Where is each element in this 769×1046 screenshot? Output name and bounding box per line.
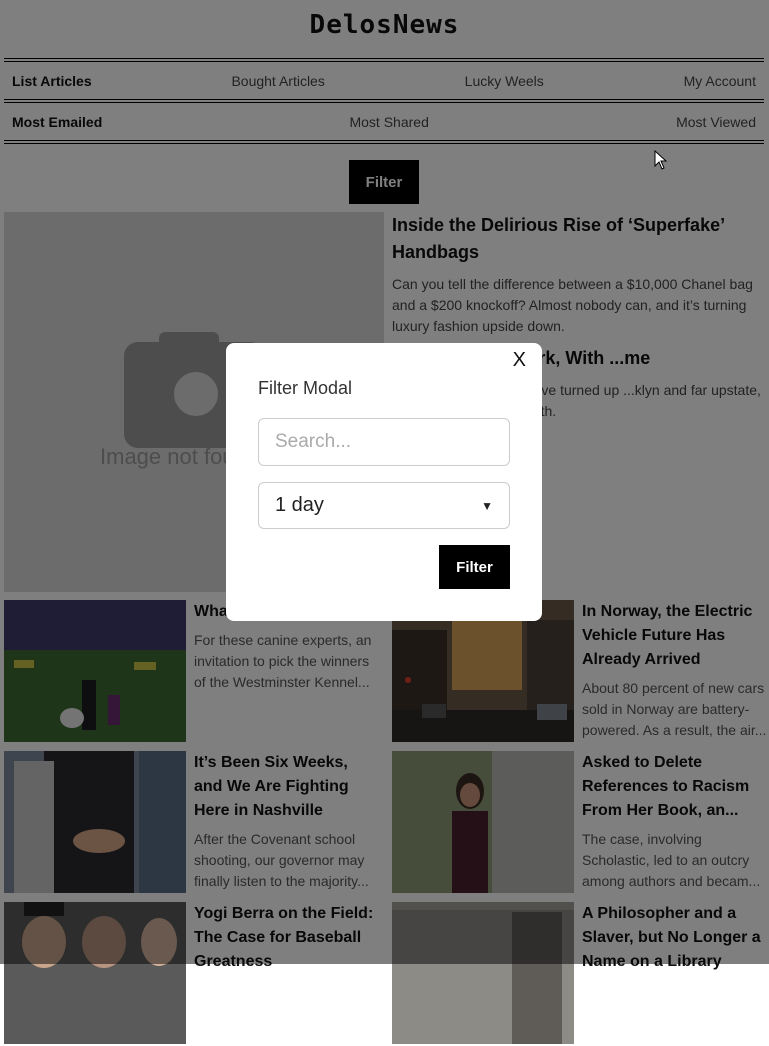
modal-filter-button[interactable]: Filter bbox=[439, 545, 510, 589]
modal-title: Filter Modal bbox=[258, 378, 353, 398]
time-range-value: 1 day bbox=[275, 494, 324, 516]
time-range-select[interactable]: 1 day ▼ bbox=[258, 482, 510, 529]
search-input[interactable] bbox=[258, 418, 510, 466]
chevron-down-icon: ▼ bbox=[481, 498, 493, 513]
close-button[interactable]: X bbox=[513, 349, 526, 372]
mouse-cursor-icon bbox=[654, 150, 668, 170]
page: DelosNews List Articles Bought Articles … bbox=[0, 0, 769, 1044]
filter-modal: X Filter Modal 1 day ▼ Filter bbox=[226, 343, 542, 621]
